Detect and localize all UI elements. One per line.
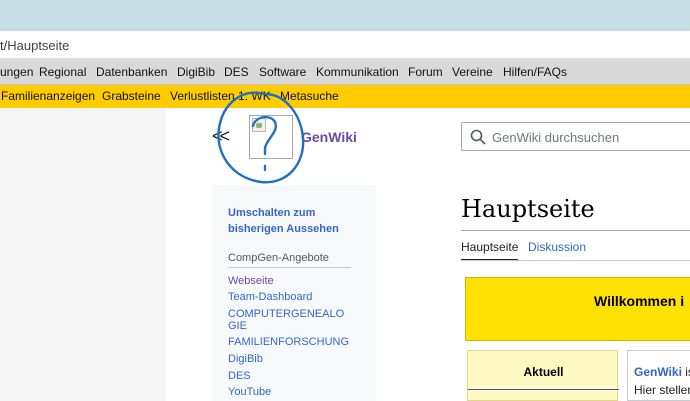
nav-item-forum[interactable]: Forum xyxy=(408,65,443,79)
aktuell-divider xyxy=(468,389,619,390)
nav-item-kommunikation[interactable]: Kommunikation xyxy=(316,65,399,79)
skin-toggle-link[interactable]: Umschalten zum bisherigen Aussehen xyxy=(228,205,348,237)
browser-title-bar xyxy=(0,0,690,31)
nav2-item-grabsteine[interactable]: Grabsteine xyxy=(102,89,161,103)
nav2-item-verlustlisten[interactable]: Verlustlisten 1. WK xyxy=(170,89,271,103)
welcome-text: Willkommen i xyxy=(594,293,685,309)
tab-hauptseite[interactable]: Hauptseite xyxy=(461,240,519,261)
nav-item-datenbanken[interactable]: Datenbanken xyxy=(96,65,167,79)
welcome-banner: Willkommen i xyxy=(465,277,690,341)
tab-diskussion[interactable]: Diskussion xyxy=(528,240,586,254)
aktuell-box: Aktuell xyxy=(467,350,619,401)
aktuell-heading: Aktuell xyxy=(523,365,564,379)
sidebar-link-computergenealogie[interactable]: COMPUTERGENEALOGIE xyxy=(228,308,352,332)
page-gutter xyxy=(0,108,166,401)
intro-line-2: Hier steller xyxy=(634,383,690,397)
sidebar-link-webseite[interactable]: Webseite xyxy=(228,275,352,287)
intro-genwiki-link[interactable]: GenWiki xyxy=(634,365,682,379)
main-navigation: ungen Regional Datenbanken DigiBib DES S… xyxy=(0,59,690,85)
sidebar-link-digibib[interactable]: DigiBib xyxy=(228,353,352,365)
intro-box: GenWiki is Hier steller xyxy=(627,350,690,401)
secondary-navigation: Familienanzeigen Grabsteine Verlustliste… xyxy=(0,85,690,108)
intro-line-1: GenWiki is xyxy=(634,365,690,379)
search-input[interactable] xyxy=(492,128,690,146)
title-divider xyxy=(461,230,690,231)
sidebar-link-youtube[interactable]: YouTube xyxy=(228,386,352,398)
search-box[interactable] xyxy=(461,122,690,151)
sidebar-link-familienforschung[interactable]: FAMILIENFORSCHUNG xyxy=(228,336,352,348)
sidebar-section-heading: CompGen-Angebote xyxy=(228,252,351,268)
sidebar: Umschalten zum bisherigen Aussehen CompG… xyxy=(212,185,376,401)
nav-item-ungen[interactable]: ungen xyxy=(0,65,33,79)
nav2-item-familienanzeigen[interactable]: Familienanzeigen xyxy=(1,89,95,103)
nav2-item-metasuche[interactable]: Metasuche xyxy=(280,89,339,103)
address-bar[interactable]: t/Hauptseite xyxy=(0,31,690,59)
intro-text: is xyxy=(685,365,690,379)
nav-item-vereine[interactable]: Vereine xyxy=(452,65,493,79)
nav-item-hilfen[interactable]: Hilfen/FAQs xyxy=(503,65,567,79)
site-logo[interactable] xyxy=(249,115,293,159)
sidebar-link-des[interactable]: DES xyxy=(228,370,352,382)
sidebar-link-team-dashboard[interactable]: Team-Dashboard xyxy=(228,291,352,303)
page-title: Hauptseite xyxy=(461,195,595,223)
site-name[interactable]: GenWiki xyxy=(301,129,357,145)
nav-item-regional[interactable]: Regional xyxy=(39,65,86,79)
broken-image-icon xyxy=(252,118,266,132)
nav-item-software[interactable]: Software xyxy=(259,65,306,79)
url-text[interactable]: t/Hauptseite xyxy=(0,38,69,53)
search-icon xyxy=(470,129,486,145)
sidebar-collapse-button[interactable]: << xyxy=(212,126,230,147)
url-path: Hauptseite xyxy=(7,38,70,53)
tabs-divider xyxy=(461,260,690,261)
nav-item-digibib[interactable]: DigiBib xyxy=(177,65,215,79)
nav-item-des[interactable]: DES xyxy=(224,65,249,79)
